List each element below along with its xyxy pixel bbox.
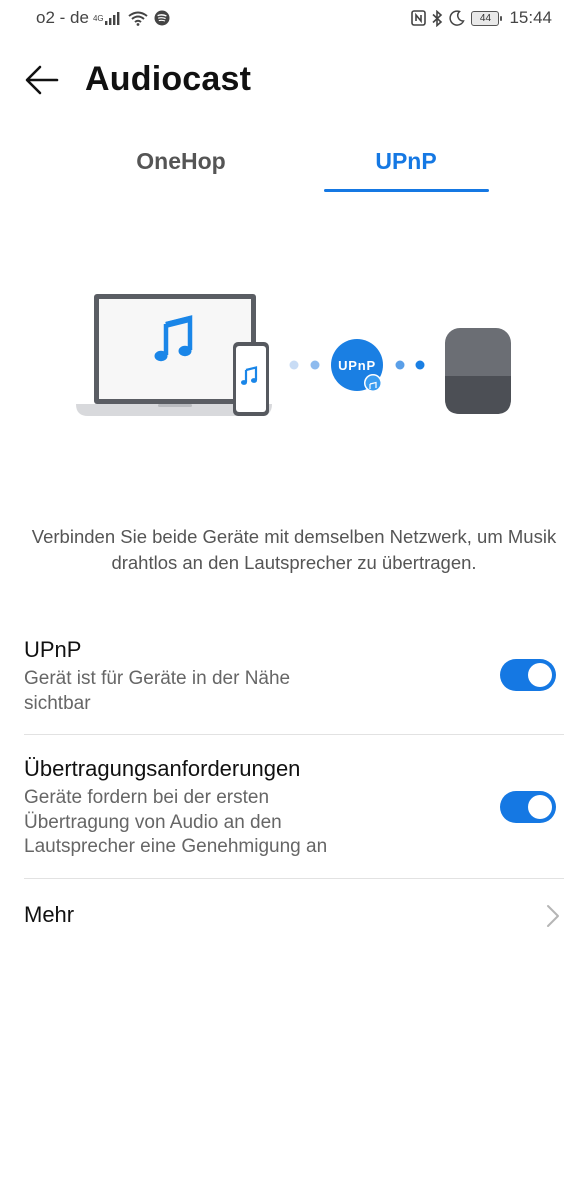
app-header: Audiocast: [0, 50, 588, 110]
more-label: Mehr: [24, 902, 75, 927]
network-type-label: 4G: [92, 13, 104, 23]
audiocast-illustration: UPnP: [60, 280, 540, 430]
nfc-icon: [411, 10, 427, 26]
connection-dots-left: [289, 360, 320, 370]
audiocast-screen: o2 - de 4G 44 15:44 Audiocast OneHop UPn…: [0, 0, 588, 1200]
clock: 15:44: [509, 8, 552, 27]
description-text: Verbinden Sie beide Geräte mit demselben…: [31, 526, 557, 573]
tab-onehop[interactable]: OneHop: [96, 140, 266, 194]
divider: [24, 734, 564, 735]
page-title: Audiocast: [85, 60, 252, 98]
tab-bar: OneHop UPnP: [0, 140, 588, 196]
chevron-right-icon: [547, 905, 559, 927]
tab-active-indicator: [324, 189, 489, 192]
setting-upnp: UPnP Gerät ist für Geräte in der Nähe si…: [24, 636, 564, 716]
status-bar: o2 - de 4G 44 15:44: [0, 0, 588, 36]
battery-icon: 44: [471, 10, 503, 26]
status-left: o2 - de 4G: [36, 8, 170, 28]
setting-upnp-title: UPnP: [24, 637, 82, 662]
phone-icon: [233, 342, 269, 416]
setting-upnp-subtitle: Gerät ist für Geräte in der Nähe sichtba…: [24, 668, 291, 714]
tab-upnp[interactable]: UPnP: [321, 140, 491, 194]
battery-level: 44: [479, 12, 492, 24]
upnp-badge: UPnP: [331, 339, 383, 392]
toggle-knob: [528, 795, 552, 819]
setting-transfer-requests: Übertragungsanforderungen Geräte fordern…: [24, 755, 564, 860]
speaker-icon: [445, 328, 511, 414]
arrow-left-icon: [25, 65, 59, 95]
upnp-badge-label: UPnP: [338, 358, 376, 373]
wifi-icon: [127, 11, 148, 26]
divider: [24, 878, 564, 879]
status-right: 44 15:44: [411, 8, 552, 28]
back-button[interactable]: [20, 58, 64, 102]
carrier-label: o2 - de: [36, 8, 89, 27]
connection-dots-right: [395, 360, 425, 370]
moon-icon: [449, 10, 466, 26]
setting-transfer-requests-title: Übertragungsanforderungen: [24, 756, 301, 781]
toggle-knob: [528, 663, 552, 687]
transfer-requests-toggle[interactable]: [500, 791, 556, 823]
upnp-toggle[interactable]: [500, 659, 556, 691]
bluetooth-icon: [432, 9, 443, 27]
more-row[interactable]: Mehr: [0, 880, 588, 950]
setting-transfer-requests-subtitle: Geräte fordern bei der ersten Übertragun…: [24, 787, 328, 857]
signal-icon: 4G: [92, 11, 122, 25]
spotify-icon: [154, 10, 170, 26]
